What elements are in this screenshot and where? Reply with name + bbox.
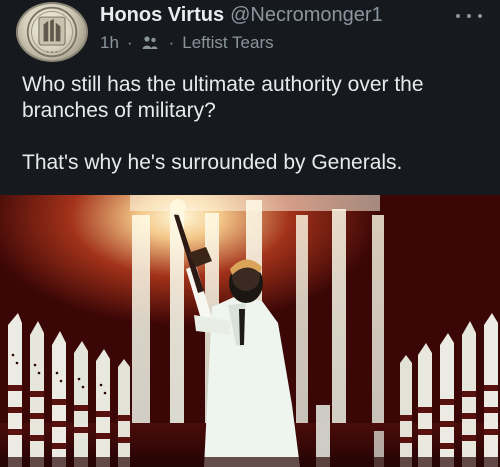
user-handle[interactable]: @Necromonger1: [230, 4, 383, 26]
coin-portrait-avatar-icon: • • •: [26, 6, 78, 58]
display-name[interactable]: Honos Virtus: [100, 4, 224, 26]
avatar[interactable]: • • •: [16, 2, 88, 62]
more-dots-icon: [456, 14, 460, 18]
community-globe-icon: [141, 34, 159, 52]
media-illustration: [0, 195, 500, 467]
separator: ·: [126, 33, 133, 52]
timestamp[interactable]: 1h: [100, 32, 119, 54]
tweet-line: That's why he's surrounded by Generals.: [22, 151, 403, 174]
tweet-header: Honos Virtus @Necromonger1 1h · · Leftist…: [100, 2, 500, 56]
separator: ·: [168, 33, 175, 52]
more-options-button[interactable]: [456, 8, 482, 24]
tweet-text: Who still has the ultimate authority ove…: [22, 72, 482, 176]
tweet-line: Who still has the ultimate authority ove…: [22, 73, 424, 122]
community-link[interactable]: Leftist Tears: [182, 32, 273, 54]
svg-text:• • •: • • •: [46, 50, 57, 55]
tweet-card[interactable]: • • • Honos Virtus @Necromonger1 1h · · L…: [0, 0, 500, 467]
tweet-media-image[interactable]: [0, 195, 500, 467]
